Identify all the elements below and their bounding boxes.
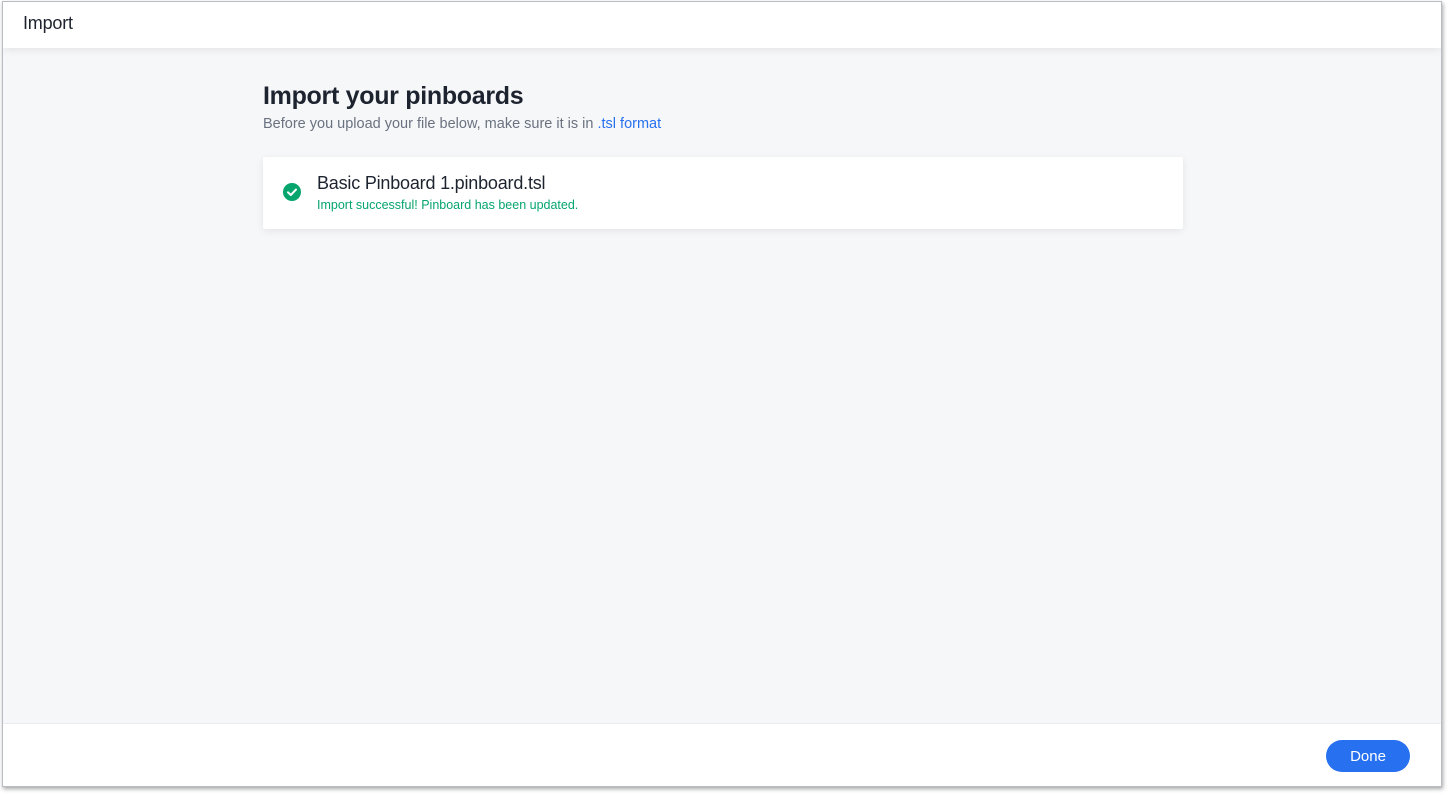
dialog-footer: Done xyxy=(3,723,1441,786)
import-dialog: Import Import your pinboards Before you … xyxy=(2,1,1442,787)
page-subtitle: Before you upload your file below, make … xyxy=(263,114,1183,134)
main-content: Import your pinboards Before you upload … xyxy=(263,80,1183,229)
check-circle-icon xyxy=(283,183,301,201)
done-button[interactable]: Done xyxy=(1326,740,1410,772)
file-name: Basic Pinboard 1.pinboard.tsl xyxy=(317,173,546,193)
dialog-title: Import xyxy=(23,13,73,33)
file-card: Basic Pinboard 1.pinboard.tsl Import suc… xyxy=(263,157,1183,229)
file-status: Import successful! Pinboard has been upd… xyxy=(317,198,579,212)
dialog-header: Import xyxy=(3,2,1441,48)
page-title: Import your pinboards xyxy=(263,82,524,110)
subtitle-text: Before you upload your file below, make … xyxy=(263,116,598,132)
tsl-format-link[interactable]: .tsl format xyxy=(597,116,661,132)
